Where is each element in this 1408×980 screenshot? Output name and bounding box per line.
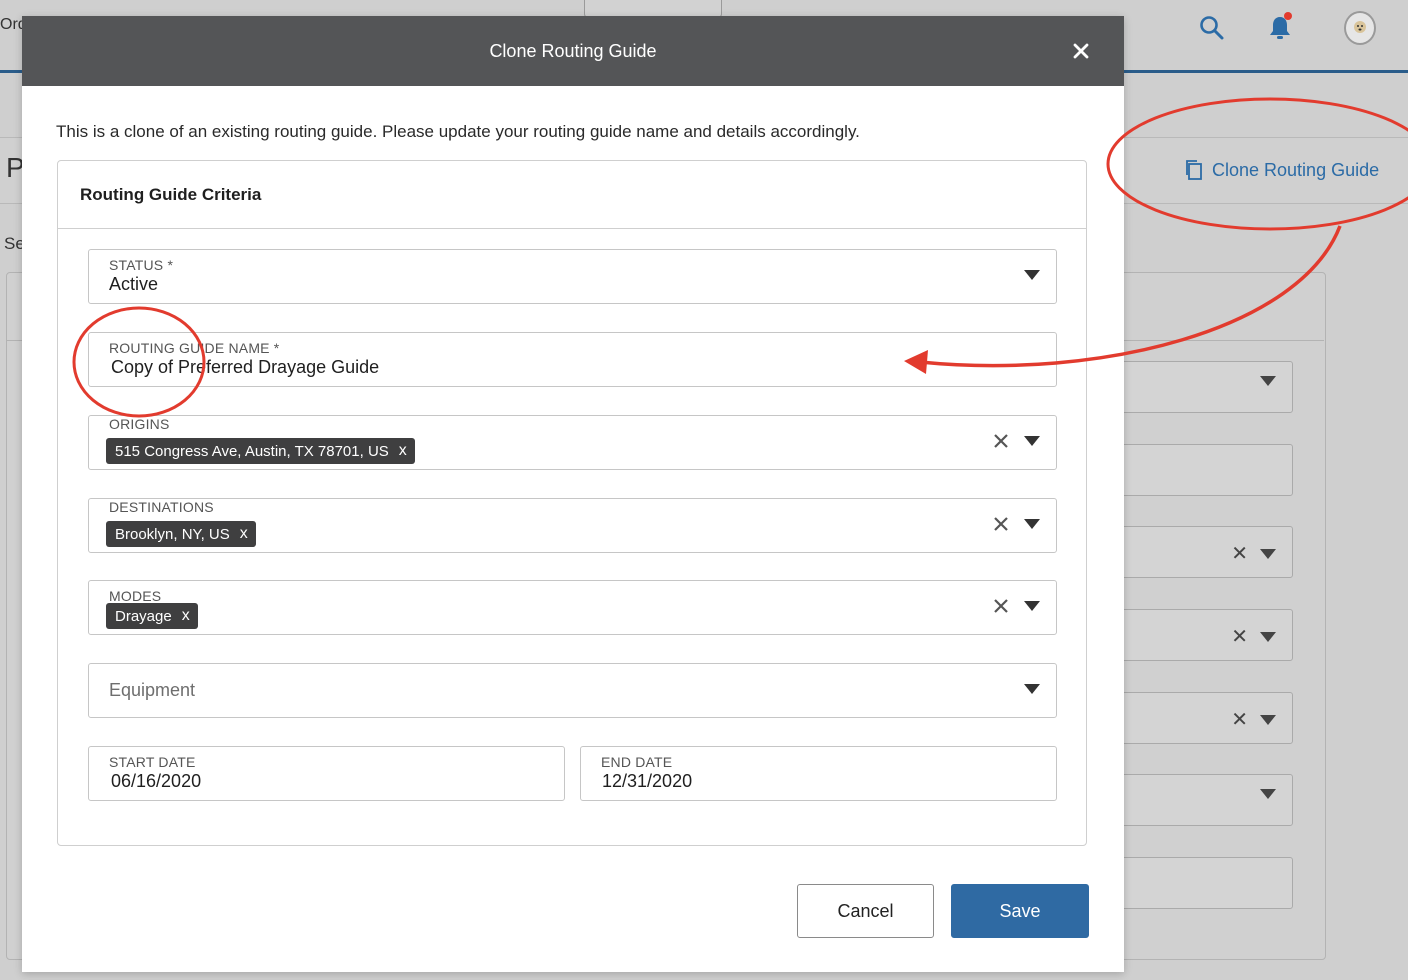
end-date-field[interactable]: END DATE <box>580 746 1057 801</box>
chevron-down-icon[interactable] <box>1024 436 1040 446</box>
clear-icon[interactable] <box>992 597 1010 615</box>
mode-chip-label: Drayage <box>115 607 172 625</box>
section-title: Routing Guide Criteria <box>80 185 262 204</box>
start-date-label: START DATE <box>109 754 196 770</box>
modes-multiselect[interactable]: MODES Drayage x <box>88 580 1057 635</box>
chip-remove-icon[interactable]: x <box>399 443 407 459</box>
chevron-down-icon <box>1260 548 1276 559</box>
close-button[interactable] <box>1066 36 1096 66</box>
origin-chip-label: 515 Congress Ave, Austin, TX 78701, US <box>115 442 389 460</box>
clone-routing-guide-label: Clone Routing Guide <box>1212 159 1380 180</box>
destination-chip: Brooklyn, NY, US x <box>106 521 256 547</box>
routing-guide-name-input[interactable] <box>111 357 911 378</box>
start-date-field[interactable]: START DATE <box>88 746 565 801</box>
bell-icon[interactable] <box>1264 12 1296 44</box>
close-icon <box>1073 43 1089 59</box>
search-icon[interactable] <box>1196 12 1228 44</box>
chip-remove-icon[interactable]: x <box>182 608 190 624</box>
chevron-down-icon[interactable] <box>1024 601 1040 611</box>
destinations-multiselect[interactable]: DESTINATIONS Brooklyn, NY, US x <box>88 498 1057 553</box>
chevron-down-icon[interactable] <box>1024 684 1040 694</box>
chevron-down-icon[interactable] <box>1024 270 1040 280</box>
background-multiselect[interactable]: ✕ <box>1100 609 1293 661</box>
status-select[interactable]: STATUS * Active <box>88 249 1057 304</box>
destination-chip-label: Brooklyn, NY, US <box>115 525 230 543</box>
destinations-label: DESTINATIONS <box>109 499 214 515</box>
chevron-down-icon <box>1260 631 1276 642</box>
clear-icon: ✕ <box>1231 543 1248 565</box>
notification-dot <box>1284 12 1292 20</box>
chevron-down-icon[interactable] <box>1024 519 1040 529</box>
clone-routing-guide-link[interactable]: Clone Routing Guide <box>1184 156 1379 184</box>
modal-header: Clone Routing Guide <box>22 16 1124 86</box>
background-input[interactable] <box>1100 857 1293 909</box>
avatar-icon <box>1344 11 1376 45</box>
chevron-down-icon <box>1260 714 1276 725</box>
background-multiselect[interactable]: ✕ <box>1100 692 1293 744</box>
end-date-label: END DATE <box>601 754 673 770</box>
start-date-input[interactable] <box>111 771 531 792</box>
mode-chip: Drayage x <box>106 603 198 629</box>
cancel-button[interactable]: Cancel <box>797 884 934 938</box>
origins-multiselect[interactable]: ORIGINS 515 Congress Ave, Austin, TX 787… <box>88 415 1057 470</box>
status-label: STATUS * <box>109 257 174 273</box>
clone-routing-guide-modal: Clone Routing Guide This is a clone of a… <box>22 16 1124 972</box>
end-date-input[interactable] <box>602 771 1022 792</box>
background-select[interactable] <box>1100 361 1293 413</box>
routing-guide-name-label: ROUTING GUIDE NAME * <box>109 340 280 356</box>
clear-icon[interactable] <box>992 515 1010 533</box>
chip-remove-icon[interactable]: x <box>240 526 248 542</box>
background-select[interactable] <box>1100 774 1293 826</box>
status-value: Active <box>109 274 159 294</box>
save-button[interactable]: Save <box>951 884 1089 938</box>
divider <box>58 228 1086 229</box>
routing-guide-name-field[interactable]: ROUTING GUIDE NAME * <box>88 332 1057 387</box>
clear-icon[interactable] <box>992 432 1010 450</box>
background-multiselect[interactable]: ✕ <box>1100 526 1293 578</box>
equipment-placeholder: Equipment <box>109 680 196 700</box>
modal-title: Clone Routing Guide <box>489 41 657 61</box>
equipment-select[interactable]: Equipment <box>88 663 1057 718</box>
origins-label: ORIGINS <box>109 416 170 432</box>
clear-icon: ✕ <box>1231 626 1248 648</box>
copy-icon <box>1186 160 1202 180</box>
modal-intro-text: This is a clone of an existing routing g… <box>56 122 860 141</box>
chevron-down-icon <box>1260 789 1276 799</box>
avatar[interactable] <box>1344 11 1376 45</box>
modes-label: MODES <box>109 588 162 604</box>
origin-chip: 515 Congress Ave, Austin, TX 78701, US x <box>106 438 415 464</box>
background-input[interactable] <box>1100 444 1293 496</box>
clear-icon: ✕ <box>1231 709 1248 731</box>
chevron-down-icon <box>1260 376 1276 386</box>
